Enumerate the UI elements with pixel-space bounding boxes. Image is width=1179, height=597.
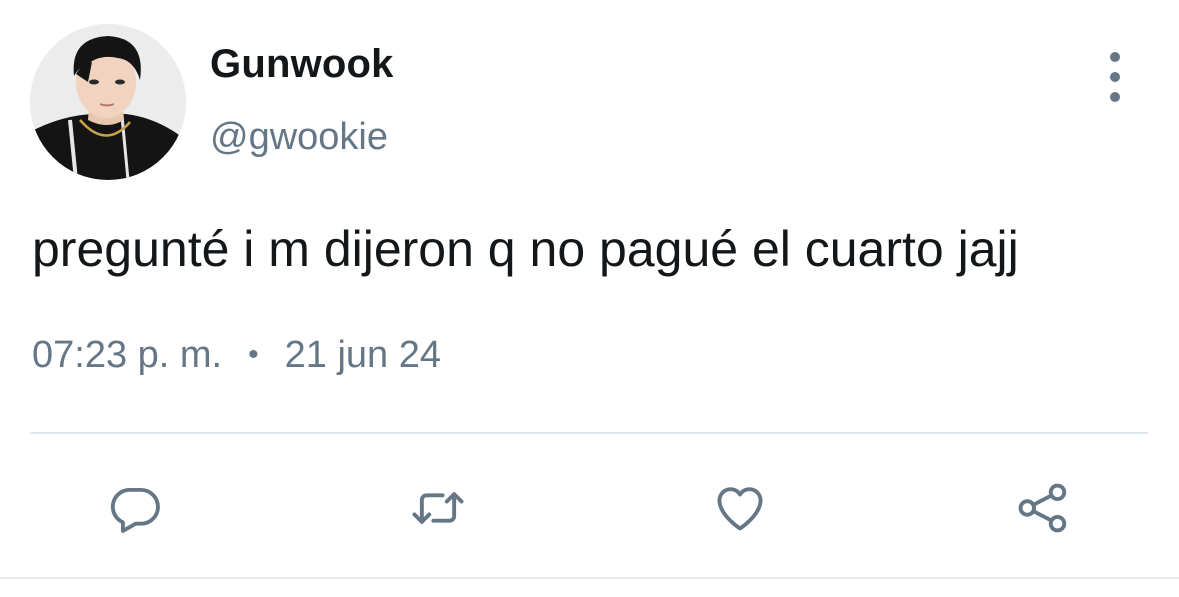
tweet-text: pregunté i m dijeron q no pagué el cuart… bbox=[32, 221, 1019, 277]
share-button[interactable] bbox=[1013, 478, 1073, 538]
retweet-icon bbox=[412, 492, 464, 524]
retweet-button[interactable] bbox=[408, 478, 468, 538]
avatar[interactable] bbox=[30, 24, 186, 180]
more-vertical-icon-dot bbox=[1110, 72, 1120, 82]
heart-icon bbox=[717, 487, 763, 531]
reply-icon bbox=[110, 487, 160, 533]
more-vertical-icon bbox=[1110, 52, 1120, 62]
tweet-time: 07:23 p. m. bbox=[32, 334, 223, 376]
user-handle[interactable]: @gwookie bbox=[210, 118, 388, 156]
bottom-divider bbox=[0, 577, 1179, 579]
more-vertical-icon-dot bbox=[1110, 92, 1120, 102]
share-icon bbox=[1018, 483, 1067, 533]
display-name[interactable]: Gunwook bbox=[210, 44, 394, 84]
tweet-card: Gunwook @gwookie pregunté i m dijeron q … bbox=[0, 0, 1179, 597]
reply-button[interactable] bbox=[105, 478, 165, 538]
divider bbox=[30, 432, 1148, 434]
avatar-photo bbox=[30, 24, 186, 180]
like-button[interactable] bbox=[710, 478, 770, 538]
more-options-button[interactable] bbox=[1098, 52, 1132, 102]
tweet-meta: 07:23 p. m. • 21 jun 24 bbox=[32, 336, 441, 374]
tweet-date: 21 jun 24 bbox=[284, 334, 442, 376]
meta-separator: • bbox=[248, 338, 259, 371]
